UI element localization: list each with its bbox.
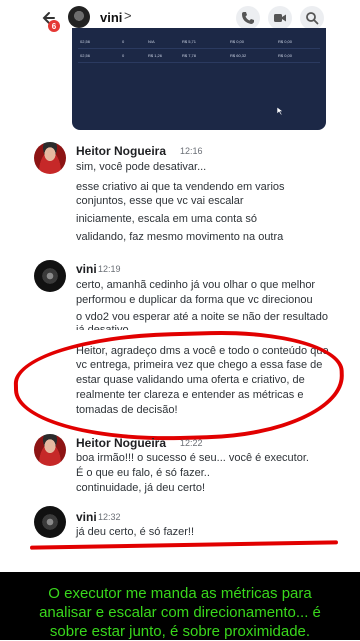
search-icon	[306, 12, 319, 25]
avatar[interactable]	[34, 506, 66, 538]
table-cell: N/A	[148, 39, 155, 44]
table-cell: R$ 5,71	[182, 39, 197, 44]
message-text: conjuntos, esse que vc vai escalar	[76, 195, 244, 207]
message-timestamp: 12:19	[98, 264, 121, 274]
unread-badge: 6	[48, 20, 60, 32]
message-timestamp: 12:22	[180, 438, 203, 448]
shared-screenshot-image[interactable]: 02,56 0 N/A R$ 5,71 R$ 0,00 R$ 0,00 02,5…	[72, 28, 326, 130]
video-button[interactable]	[268, 6, 292, 30]
table-cell: 02,56	[80, 39, 91, 44]
highlight-circle-annotation	[12, 327, 346, 445]
caption-line: analisar e escalar com direcionamento...…	[39, 604, 321, 621]
message-text: boa irmão!!! o sucesso é seu... você é e…	[76, 452, 309, 464]
table-cell: 0	[122, 53, 125, 58]
table-cell: R$ 0,00	[230, 39, 245, 44]
message-text: certo, amanhã cedinho já vou olhar o que…	[76, 279, 316, 291]
video-camera-icon	[274, 14, 286, 22]
message-timestamp: 12:32	[98, 512, 121, 522]
message-text: É o que eu falo, é só fazer..	[76, 467, 210, 479]
table-cell: R$ 0,00	[278, 39, 293, 44]
message-text: já deu certo, é só fazer!!	[76, 526, 195, 538]
message-text: o vdo2 vou esperar até a noite se não de…	[76, 311, 328, 323]
phone-icon	[242, 12, 254, 24]
message-author[interactable]: vini	[76, 510, 97, 524]
message-text: esse criativo ai que ta vendendo em vari…	[76, 181, 285, 193]
message-text: validando, faz mesmo movimento na outra	[76, 231, 284, 243]
message-text: já desativo	[76, 324, 129, 330]
table-row: 02,56 0 N/A R$ 5,71 R$ 0,00 R$ 0,00	[78, 38, 320, 49]
video-caption: O executor me manda as métricas para ana…	[0, 572, 360, 640]
message-text: sim, você pode desativar...	[76, 161, 207, 173]
message-timestamp: 12:16	[180, 146, 203, 156]
table-cell: R$ 60,32	[230, 53, 247, 58]
underline-annotation	[29, 540, 339, 550]
call-button[interactable]	[236, 6, 260, 30]
caption-line: O executor me manda as métricas para	[48, 585, 312, 602]
chevron-right-icon[interactable]: >	[124, 8, 132, 23]
avatar[interactable]	[34, 260, 66, 292]
message-text: continuidade, já deu certo!	[76, 482, 206, 494]
table-cell: 02,56	[80, 53, 91, 58]
message-author[interactable]: vini	[76, 262, 97, 276]
table-cell: R$ 1,26	[148, 53, 163, 58]
channel-name[interactable]: vini	[100, 10, 122, 25]
search-button[interactable]	[300, 6, 324, 30]
table-cell: R$ 7,78	[182, 53, 197, 58]
caption-line: sobre estar junto, é sobre proximidade.	[49, 623, 311, 640]
message-author[interactable]: Heitor Nogueira	[76, 144, 166, 158]
mouse-cursor-icon	[276, 106, 284, 116]
table-cell: 0	[122, 39, 125, 44]
avatar[interactable]	[34, 142, 66, 174]
table-row: 02,56 0 R$ 1,26 R$ 7,78 R$ 60,32 R$ 0,00	[78, 52, 320, 63]
message-text: performou e duplicar da forma que vc dir…	[76, 294, 313, 306]
channel-avatar[interactable]	[68, 6, 90, 28]
message-text: iniciamente, escala em uma conta só	[76, 213, 257, 225]
table-cell: R$ 0,00	[278, 53, 293, 58]
message-author[interactable]: Heitor Nogueira	[76, 436, 166, 450]
avatar[interactable]	[34, 434, 66, 466]
